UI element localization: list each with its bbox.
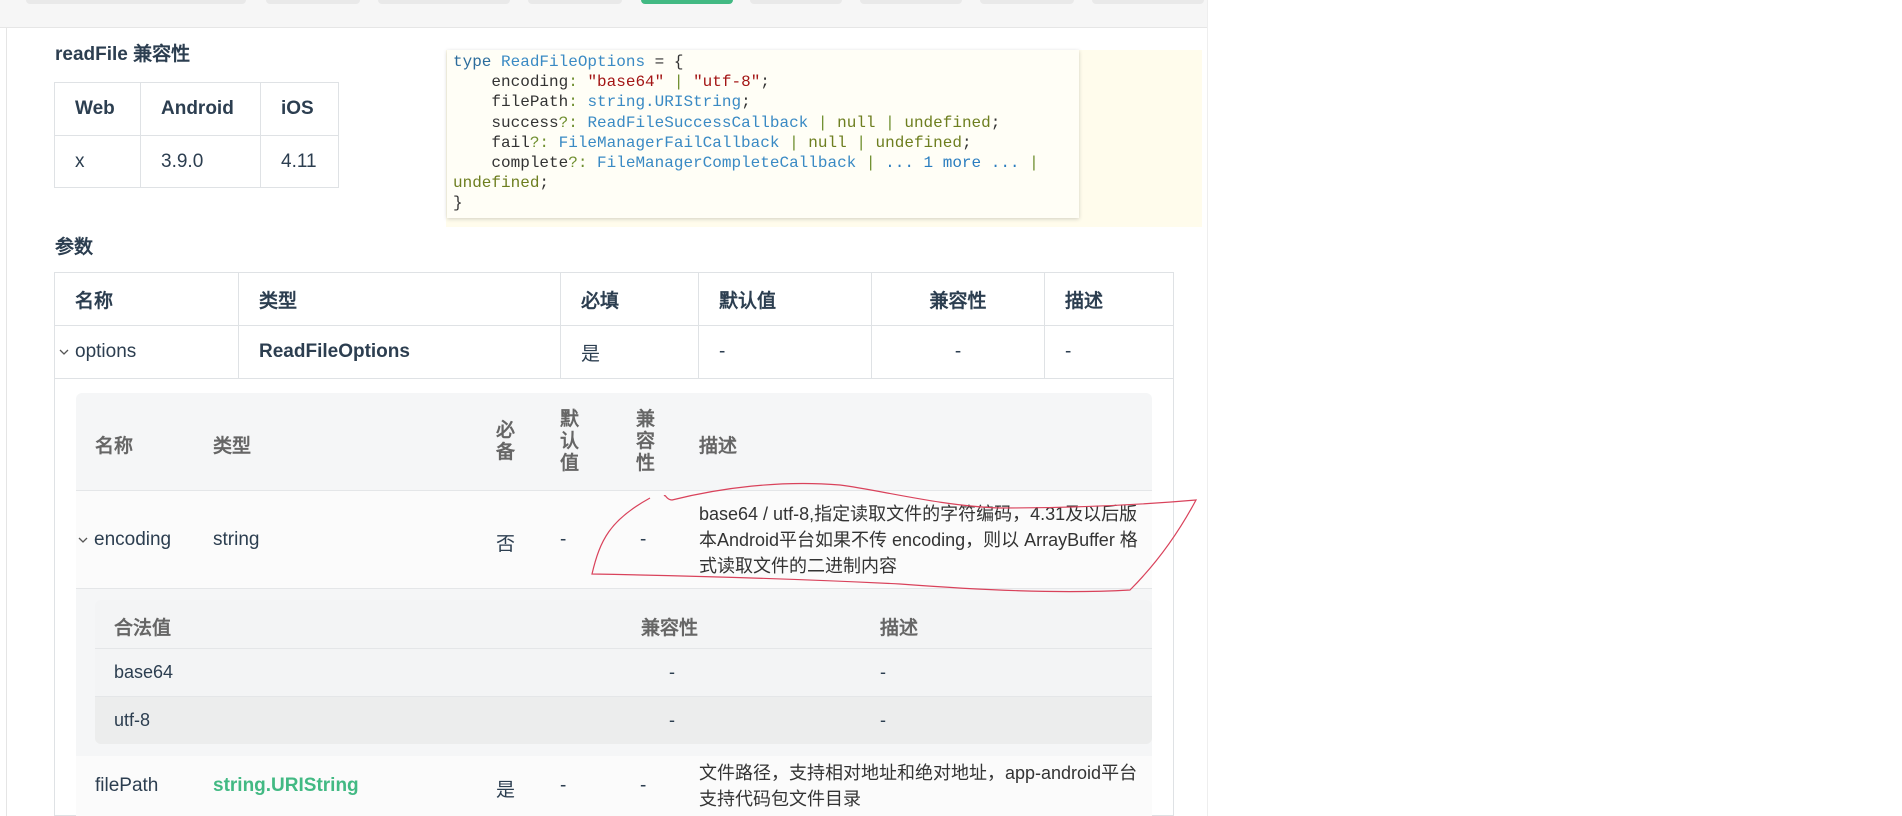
options-desc: - <box>1065 341 1072 362</box>
compat-value-android: 3.9.0 <box>140 135 261 188</box>
encoding-compat: - <box>640 529 647 550</box>
top-tab[interactable] <box>378 0 510 4</box>
options-properties-table: 名称 类型 必备 默认值 兼容性 描述 encoding string 否 - … <box>76 393 1152 816</box>
content-left-border <box>6 28 7 816</box>
encoding-type: string <box>213 529 260 550</box>
filepath-type-link[interactable]: string.URIString <box>213 775 359 797</box>
top-tab[interactable] <box>26 0 246 4</box>
encoding-name-cell[interactable]: encoding <box>78 529 171 551</box>
legal-value-compat: - <box>669 710 675 730</box>
legal-values-header: 合法值 兼容性 描述 <box>95 600 1152 649</box>
params-header-default: 默认值 <box>699 273 872 325</box>
options-row[interactable]: options ReadFileOptions 是 - - - <box>55 326 1173 379</box>
inner-header-desc: 描述 <box>699 436 738 457</box>
options-required: 是 <box>561 326 699 378</box>
inner-header-name: 名称 <box>95 436 134 457</box>
encoding-row[interactable]: encoding string 否 - - base64 / utf-8,指定读… <box>76 491 1152 589</box>
options-name: options <box>75 341 137 362</box>
filepath-compat: - <box>640 775 647 796</box>
legal-value-desc: - <box>880 662 886 682</box>
legal-values-table: 合法值 兼容性 描述 base64 - - utf-8 - - <box>95 600 1152 744</box>
code-tooltip: type ReadFileOptions = { encoding: "base… <box>447 50 1079 218</box>
params-header-type: 类型 <box>239 273 561 325</box>
chevron-down-icon[interactable] <box>59 347 69 357</box>
params-header-desc: 描述 <box>1065 290 1104 312</box>
chevron-down-icon[interactable] <box>78 535 88 545</box>
top-tab[interactable] <box>980 0 1074 4</box>
compat-table: Web Android iOS x 3.9.0 4.11 <box>54 82 339 188</box>
compat-value-web: x <box>54 135 141 188</box>
filepath-row: filePath string.URIString 是 - - 文件路径，支持相… <box>76 756 1152 816</box>
top-tab[interactable] <box>528 0 622 4</box>
params-header-compat: 兼容性 <box>872 273 1045 325</box>
legal-value: utf-8 <box>114 710 151 730</box>
legal-value-row: base64 - - <box>95 649 1152 697</box>
top-tab[interactable] <box>750 0 842 4</box>
top-tab[interactable] <box>1092 0 1204 4</box>
filepath-required: 是 <box>496 780 516 801</box>
compat-title: readFile 兼容性 <box>55 44 191 65</box>
legal-header-desc: 描述 <box>880 618 919 639</box>
encoding-required: 否 <box>496 534 516 555</box>
options-type: ReadFileOptions <box>239 326 561 378</box>
encoding-desc: base64 / utf-8,指定读取文件的字符编码，4.31及以后版本Andr… <box>699 504 1138 576</box>
filepath-name: filePath <box>95 775 159 796</box>
filepath-desc: 文件路径，支持相对地址和绝对地址，app-android平台支持代码包文件目录 <box>699 763 1138 809</box>
legal-value: base64 <box>114 662 174 682</box>
params-header-row: 名称 类型 必填 默认值 兼容性 描述 <box>55 273 1173 326</box>
compat-header-ios: iOS <box>260 82 339 136</box>
options-name-cell[interactable]: options <box>55 326 239 378</box>
top-tab[interactable] <box>266 0 360 4</box>
legal-header-value: 合法值 <box>114 618 172 639</box>
options-compat: - <box>872 326 1045 378</box>
compat-value-ios: 4.11 <box>260 135 339 188</box>
code-block: type ReadFileOptions = { encoding: "base… <box>453 53 1039 213</box>
params-title: 参数 <box>55 237 94 258</box>
inner-header-default: 默认值 <box>560 409 580 474</box>
legal-value-row: utf-8 - - <box>95 697 1152 744</box>
compat-header-web: Web <box>54 82 141 136</box>
top-tab-active[interactable] <box>641 0 733 4</box>
inner-header-compat: 兼容性 <box>636 409 656 474</box>
encoding-name: encoding <box>94 529 172 550</box>
legal-value-compat: - <box>669 662 675 682</box>
compat-header-android: Android <box>140 82 261 136</box>
filepath-default: - <box>560 775 567 796</box>
top-tab-strip <box>0 0 1208 28</box>
top-tab[interactable] <box>860 0 962 4</box>
inner-header-type: 类型 <box>213 436 252 457</box>
params-header-name: 名称 <box>55 273 239 325</box>
options-properties-header: 名称 类型 必备 默认值 兼容性 描述 <box>76 393 1152 491</box>
params-header-required: 必填 <box>561 273 699 325</box>
encoding-default: - <box>560 529 567 550</box>
options-default: - <box>699 326 872 378</box>
legal-value-desc: - <box>880 710 886 730</box>
inner-header-required: 必备 <box>496 420 516 463</box>
legal-header-compat: 兼容性 <box>641 618 699 639</box>
content-right-border <box>1207 0 1208 816</box>
